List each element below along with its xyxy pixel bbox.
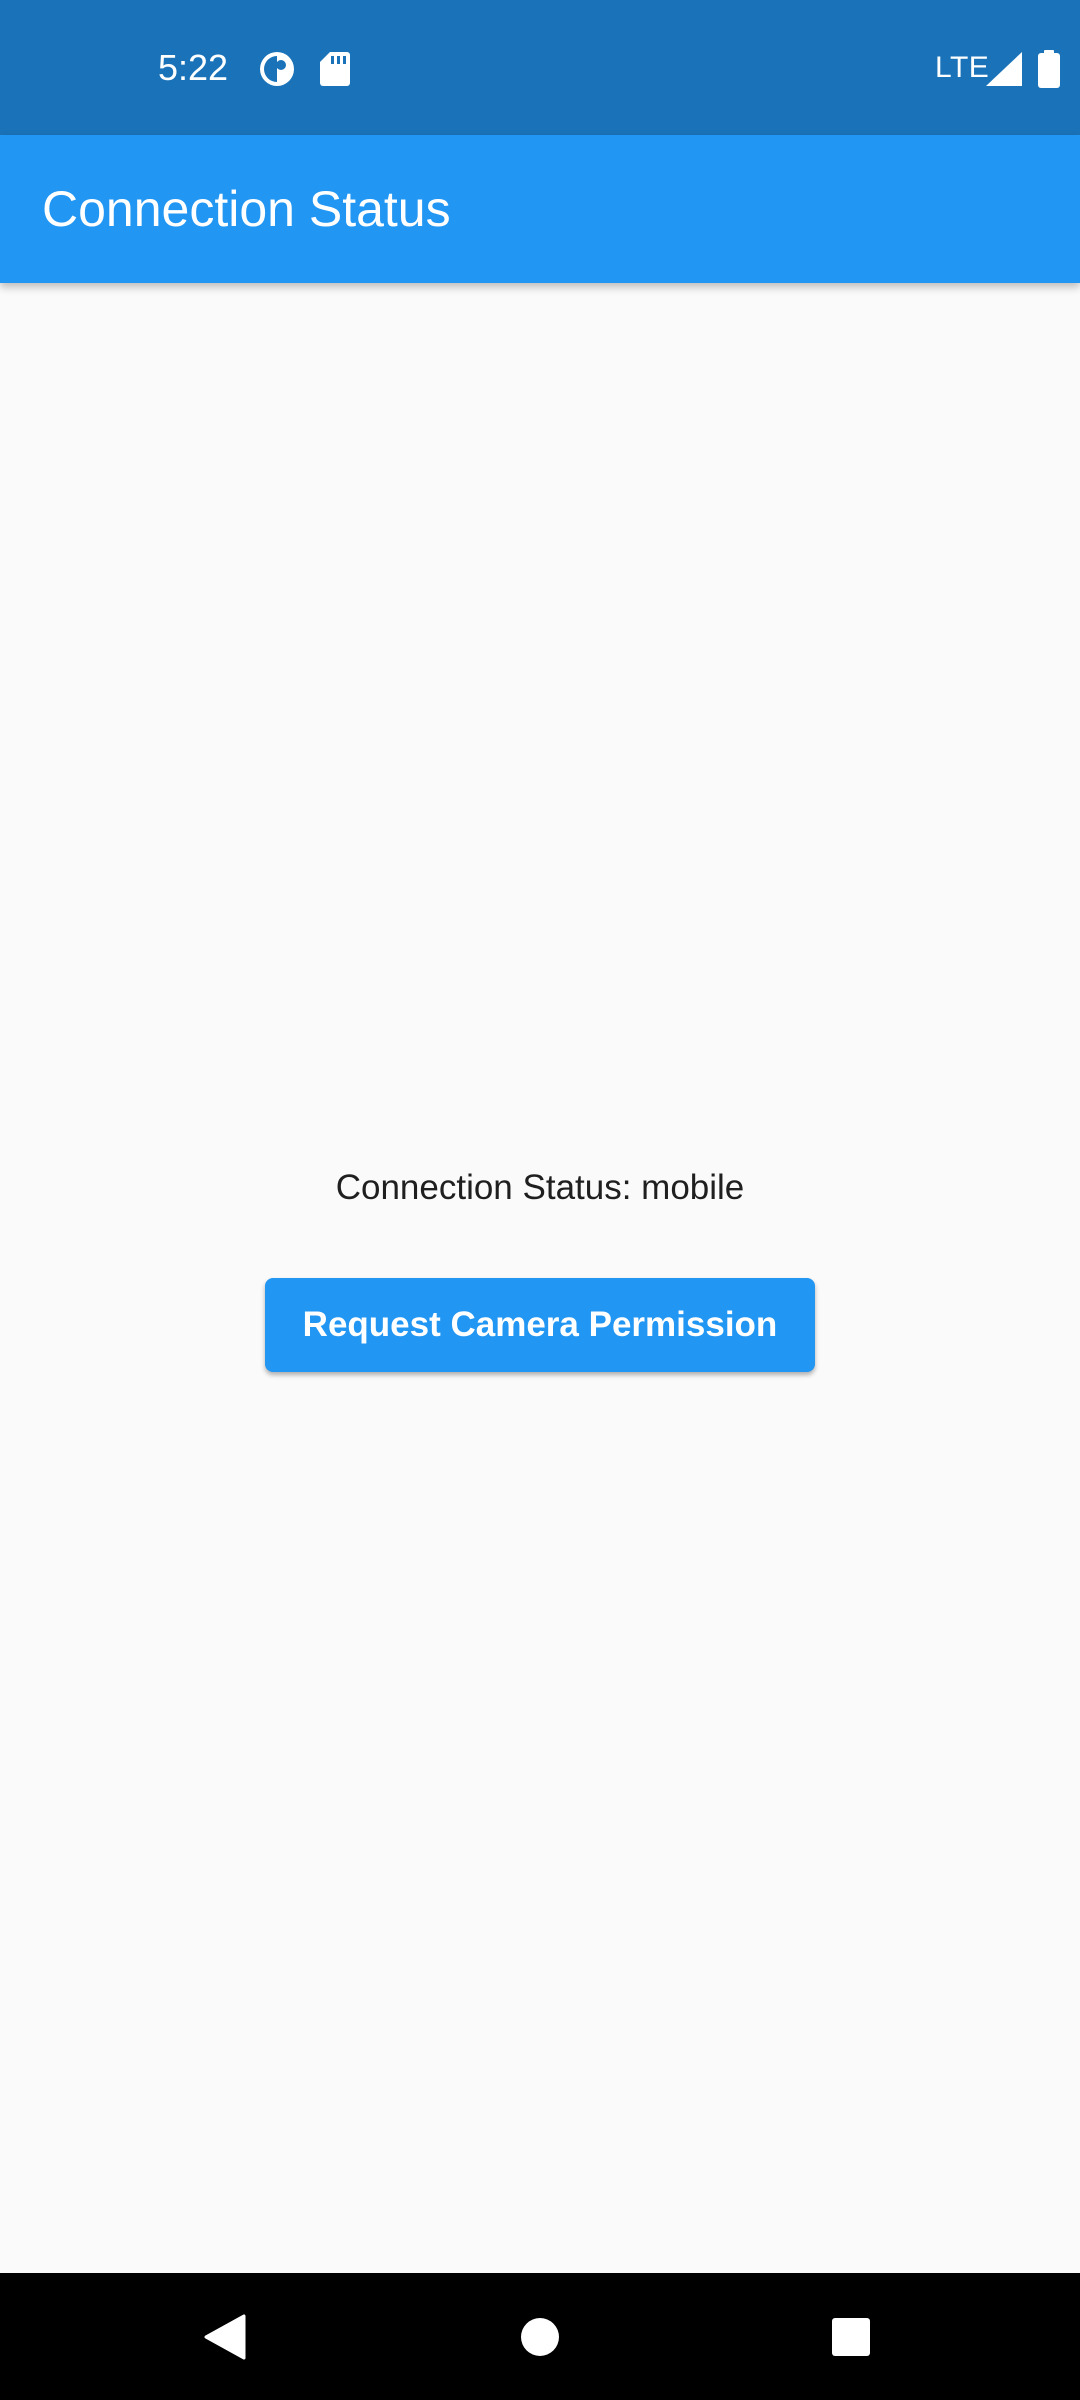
main-content: Connection Status: mobile Request Camera… bbox=[0, 283, 1080, 2273]
status-time: 5:22 bbox=[158, 47, 229, 88]
navigation-bar bbox=[0, 2273, 1080, 2400]
recents-icon bbox=[832, 2317, 870, 2356]
connection-status-text: Connection Status: mobile bbox=[335, 1168, 745, 1207]
back-icon bbox=[204, 2314, 246, 2359]
data-saver-icon bbox=[260, 52, 294, 86]
request-camera-permission-button[interactable]: Request Camera Permission bbox=[265, 1278, 815, 1372]
back-button[interactable] bbox=[155, 2273, 295, 2400]
home-button[interactable] bbox=[470, 2273, 610, 2400]
page-title: Connection Status bbox=[42, 181, 451, 237]
status-bar: 5:22 LTE bbox=[0, 0, 1080, 135]
home-icon bbox=[521, 2317, 559, 2356]
recents-button[interactable] bbox=[781, 2273, 921, 2400]
network-type-label: LTE bbox=[935, 51, 990, 84]
signal-icon bbox=[986, 52, 1022, 86]
battery-icon bbox=[1038, 50, 1060, 88]
sd-card-icon bbox=[320, 52, 350, 86]
app-bar: Connection Status bbox=[0, 135, 1080, 283]
screen: 5:22 LTE Connection Status Connection St… bbox=[0, 0, 1080, 2400]
